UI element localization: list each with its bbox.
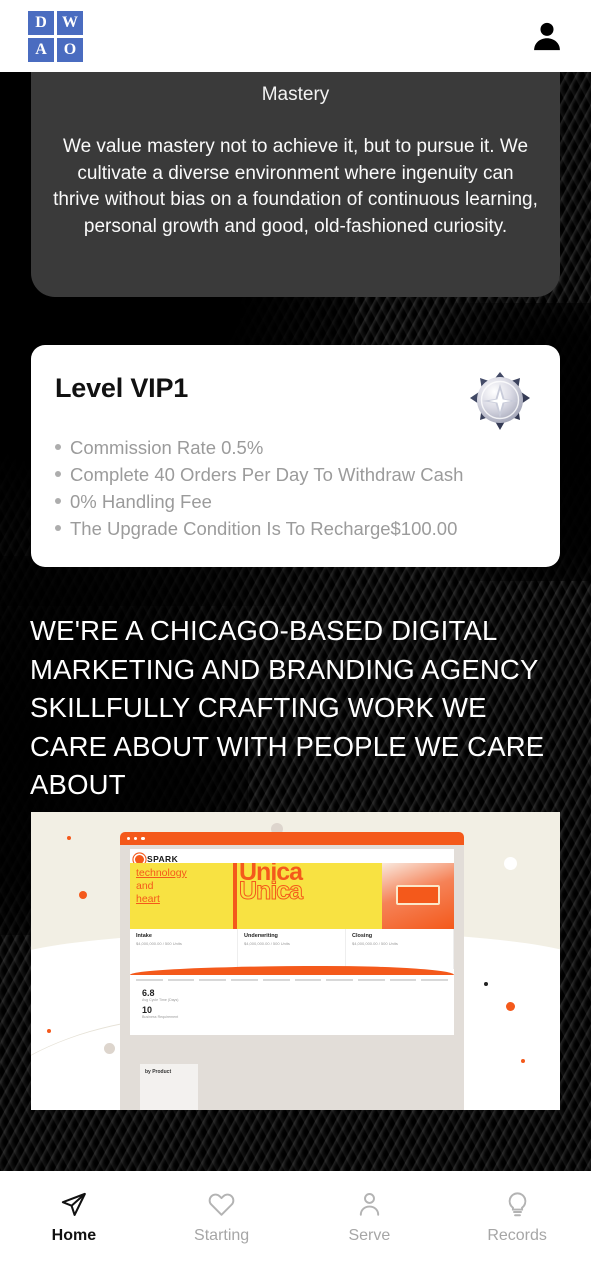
vip-level-card[interactable]: Level VIP1 Commission Rate 0.5% Complete… <box>31 345 560 567</box>
table-header-row <box>130 975 454 985</box>
decor-dot <box>484 982 488 986</box>
logo-cell-d: D <box>28 10 54 35</box>
table-header-cell <box>326 979 353 981</box>
bullet-dot-icon <box>55 498 61 504</box>
spark-brand-logo: SPARK <box>130 849 454 864</box>
bullet-dot-icon <box>55 471 61 477</box>
vip-benefit-text: 0% Handling Fee <box>70 491 212 512</box>
brand-logo[interactable]: D W A O <box>28 10 83 62</box>
bullet-dot-icon <box>55 444 61 450</box>
table-header-cell <box>262 979 290 981</box>
section-label: by Product <box>145 1069 172 1075</box>
window-dot-icon <box>134 836 138 841</box>
mastery-card-title: Mastery <box>261 84 330 105</box>
paper-plane-icon <box>59 1190 88 1220</box>
decor-dot <box>104 1043 115 1054</box>
stage-card: Intake $4,000,000.00 / 500 Units <box>130 929 238 969</box>
agency-headline: WE'RE A CHICAGO-BASED DIGITAL MARKETING … <box>30 615 545 800</box>
mockup-page: SPARK technology and heart Unica Unica I… <box>130 849 454 1110</box>
vip-benefit-text: Commission Rate 0.5% <box>70 437 264 458</box>
stage-card: Underwriting $4,000,000.00 / 500 Units <box>238 929 346 969</box>
mockup-stat: 10 Business Requirement <box>142 1005 454 1019</box>
nav-label-records: Records <box>487 1226 547 1244</box>
stage-card-title: Closing <box>352 933 373 939</box>
heart-icon <box>207 1190 236 1220</box>
bottom-navigation-bar: Home Starting Serve Records <box>0 1171 591 1263</box>
mockup-hero-row: technology and heart Unica Unica <box>130 863 454 929</box>
mockup-stage-cards: Intake $4,000,000.00 / 500 Units Underwr… <box>130 929 454 969</box>
table-header-cell <box>357 979 385 981</box>
nav-item-serve[interactable]: Serve <box>296 1190 444 1245</box>
stage-card-lines: $4,000,000.00 / 500 Units <box>136 941 182 946</box>
hero-illustration <box>382 863 454 929</box>
stage-card-title: Intake <box>136 933 152 939</box>
scroll-content[interactable]: Mastery We value mastery not to achieve … <box>0 72 591 1172</box>
hero-display-word: Unica Unica <box>237 863 382 929</box>
stat-label: Business Requirement <box>142 1015 179 1019</box>
decor-dot <box>506 1002 515 1011</box>
table-header-cell <box>294 979 322 981</box>
vip-benefit-text: The Upgrade Condition Is To Recharge$100… <box>70 518 458 539</box>
browser-titlebar <box>120 832 464 845</box>
logo-cell-o: O <box>57 37 83 62</box>
decor-dot <box>504 857 517 870</box>
vip-benefits-list: Commission Rate 0.5% Complete 40 Orders … <box>55 434 536 542</box>
vip-benefit-item: Complete 40 Orders Per Day To Withdraw C… <box>55 461 536 488</box>
decor-dot <box>79 891 87 899</box>
stage-card-lines: $4,000,000.00 / 500 Units <box>352 941 398 946</box>
nav-label-home: Home <box>51 1226 97 1244</box>
stat-value: 10 <box>142 1005 153 1015</box>
table-header-cell <box>167 979 195 981</box>
nav-item-starting[interactable]: Starting <box>148 1190 296 1245</box>
vip-level-title: Level VIP1 <box>55 373 189 403</box>
mastery-value-card: Mastery We value mastery not to achieve … <box>31 72 560 297</box>
hero-line-3: heart <box>136 893 160 905</box>
table-header-cell <box>231 979 258 981</box>
decor-dot <box>521 1059 525 1063</box>
vip-benefit-item: 0% Handling Fee <box>55 488 536 515</box>
app-header: D W A O <box>0 0 591 72</box>
stage-card: Closing $4,000,000.00 / 500 Units <box>346 929 454 969</box>
mockup-stat: 6.8 Avg Cycle Time (Days) <box>142 988 454 1002</box>
vip-medal-star-icon <box>470 372 530 430</box>
stage-card-lines: $4,000,000.00 / 500 Units <box>244 941 290 946</box>
vip-benefit-item: Commission Rate 0.5% <box>55 434 536 461</box>
mockup-data-table: 6.8 Avg Cycle Time (Days) 10 Business Re… <box>130 975 454 1035</box>
person-icon <box>355 1190 384 1220</box>
logo-cell-a: A <box>28 37 54 62</box>
user-avatar-icon <box>534 22 560 51</box>
hero-tagline: technology and heart <box>130 863 233 929</box>
stage-card-title: Underwriting <box>244 933 278 939</box>
bullet-dot-icon <box>55 525 61 531</box>
hero-line-2: and <box>136 880 154 892</box>
mastery-card-body: We value mastery not to achieve it, but … <box>53 136 538 237</box>
table-header-cell <box>421 979 449 981</box>
stat-value: 6.8 <box>142 988 155 998</box>
mockup-section-card: by Product <box>140 1064 198 1110</box>
decor-dot <box>67 836 71 840</box>
logo-cell-w: W <box>57 10 83 35</box>
window-dot-icon <box>141 836 145 841</box>
portfolio-image-card[interactable]: SPARK technology and heart Unica Unica I… <box>31 812 560 1110</box>
nav-label-starting: Starting <box>194 1226 250 1244</box>
user-avatar-button[interactable] <box>525 14 569 58</box>
hero-line-1: technology <box>136 867 187 879</box>
browser-mockup: SPARK technology and heart Unica Unica I… <box>120 832 464 1110</box>
table-header-cell <box>199 979 227 981</box>
nav-item-home[interactable]: Home <box>0 1190 148 1245</box>
nav-item-records[interactable]: Records <box>443 1190 591 1245</box>
vip-benefit-item: The Upgrade Condition Is To Recharge$100… <box>55 515 536 542</box>
table-header-cell <box>136 979 163 981</box>
window-dot-icon <box>127 836 131 841</box>
decor-dot <box>47 1029 51 1033</box>
display-word-line: Unica <box>239 877 304 905</box>
table-header-cell <box>389 979 417 981</box>
app-root: D W A O Mastery We value mastery not to … <box>0 0 591 1263</box>
lightbulb-icon <box>503 1190 532 1220</box>
stat-label: Avg Cycle Time (Days) <box>142 998 179 1002</box>
vip-benefit-text: Complete 40 Orders Per Day To Withdraw C… <box>70 464 464 485</box>
nav-label-serve: Serve <box>348 1226 391 1244</box>
